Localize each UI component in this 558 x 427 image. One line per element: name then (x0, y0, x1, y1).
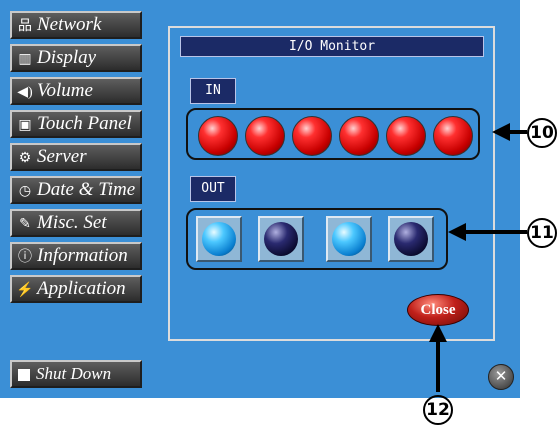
sidebar-item-label: Network (37, 14, 102, 35)
in-led-3 (292, 116, 332, 156)
out-led-2[interactable] (258, 216, 304, 262)
in-led-2 (245, 116, 285, 156)
clock-icon: ◷ (18, 184, 32, 199)
sidebar-item-application[interactable]: ⚡ Application (10, 275, 142, 303)
io-monitor-panel: I/O Monitor IN OUT Close (168, 26, 495, 341)
led-indicator (394, 222, 428, 256)
sidebar-item-label: Touch Panel (37, 113, 132, 134)
sidebar-item-label: Volume (37, 80, 93, 101)
sidebar-item-volume[interactable]: ◀) Volume (10, 77, 142, 105)
sidebar-item-label: Misc. Set (37, 212, 107, 233)
sidebar-item-misc-set[interactable]: ✎ Misc. Set (10, 209, 142, 237)
in-led-5 (386, 116, 426, 156)
network-icon: 品 (18, 19, 32, 34)
edit-icon: ✎ (19, 217, 31, 232)
out-led-3[interactable] (326, 216, 372, 262)
sidebar-item-server[interactable]: ⚙ Server (10, 143, 142, 171)
sidebar-item-label: Application (37, 278, 126, 299)
in-led-4 (339, 116, 379, 156)
settings-screen: 品 Network ▥ Display ◀) Volume ▣ Touch Panel … (0, 0, 520, 398)
callout-10: 10 (527, 118, 557, 148)
sidebar-item-label: Server (37, 146, 87, 167)
led-indicator (332, 222, 366, 256)
sidebar-item-display[interactable]: ▥ Display (10, 44, 142, 72)
led-indicator (264, 222, 298, 256)
sidebar-item-date-time[interactable]: ◷ Date & Time (10, 176, 142, 204)
shutdown-button[interactable]: Shut Down (10, 360, 142, 388)
sidebar-item-label: Date & Time (37, 179, 136, 200)
callout-11: 11 (527, 218, 557, 248)
panel-title: I/O Monitor (180, 36, 484, 57)
close-x-icon[interactable]: ✕ (488, 364, 514, 390)
touch-panel-icon: ▣ (18, 118, 32, 133)
sidebar-item-label: Display (37, 47, 97, 68)
out-led-1[interactable] (196, 216, 242, 262)
callout-12: 12 (423, 395, 453, 425)
in-led-group (186, 108, 480, 160)
volume-icon: ◀) (17, 85, 33, 100)
in-led-1 (198, 116, 238, 156)
sidebar-item-information[interactable]: ⓘ Information (10, 242, 142, 270)
server-icon: ⚙ (18, 151, 32, 166)
out-led-4[interactable] (388, 216, 434, 262)
led-indicator (202, 222, 236, 256)
display-icon: ▥ (18, 52, 32, 67)
out-led-group (186, 208, 448, 270)
shutdown-icon (18, 369, 30, 382)
sidebar-item-touch-panel[interactable]: ▣ Touch Panel (10, 110, 142, 138)
sidebar-item-label: Information (37, 245, 128, 266)
info-icon: ⓘ (18, 250, 32, 265)
in-led-6 (433, 116, 473, 156)
lightning-icon: ⚡ (16, 283, 34, 298)
close-button[interactable]: Close (407, 294, 469, 326)
sidebar-item-network[interactable]: 品 Network (10, 11, 142, 39)
out-label: OUT (190, 176, 236, 202)
shutdown-label: Shut Down (36, 364, 112, 383)
in-label: IN (190, 78, 236, 104)
